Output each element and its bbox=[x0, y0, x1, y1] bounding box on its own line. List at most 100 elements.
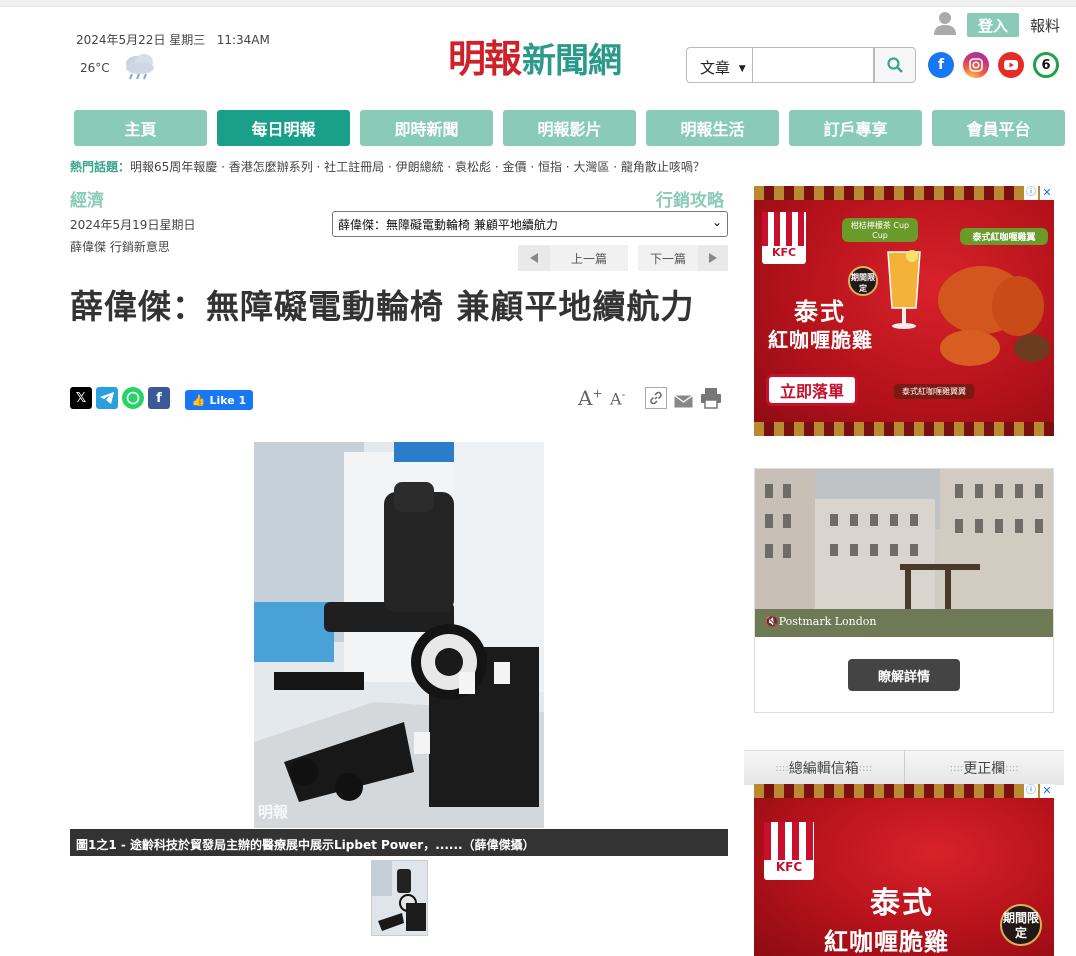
youtube-icon[interactable] bbox=[998, 52, 1024, 78]
ad-brand-label: Postmark London bbox=[778, 615, 877, 628]
search-icon bbox=[887, 57, 903, 73]
photo-caption: 圖1之1 - 途齡科技於貿發局主辦的醫療展中展示Lipbet Power，...… bbox=[70, 829, 728, 856]
fried-chicken-icon bbox=[938, 266, 1050, 366]
font-decrease-button[interactable]: A- bbox=[610, 388, 625, 408]
sidebar-links: :::: 總編輯信箱:::: :::: 更正欄:::: bbox=[744, 750, 1064, 785]
caret-down-icon: ▼ bbox=[738, 64, 746, 74]
next-arrow-icon[interactable] bbox=[698, 245, 728, 271]
search-button[interactable] bbox=[874, 47, 916, 83]
telegram-share-icon[interactable] bbox=[96, 387, 118, 409]
prev-article-link[interactable]: 上一篇 bbox=[550, 245, 628, 271]
kfc-logo-icon: KFC bbox=[762, 212, 806, 264]
whatsapp-share-icon[interactable] bbox=[122, 387, 144, 409]
tab-videos[interactable]: 明報影片 bbox=[503, 110, 636, 146]
login-button[interactable]: 登入 bbox=[967, 13, 1019, 37]
ad-line2: 紅咖喱脆雞 bbox=[824, 928, 949, 956]
kfc-logo-icon: KFC bbox=[764, 822, 814, 880]
order-now-button[interactable]: 立即落單 bbox=[766, 374, 858, 406]
article-byline: 薛偉傑 行銷新意思 bbox=[70, 240, 170, 254]
ad-border-pattern-bottom bbox=[754, 422, 1054, 436]
facebook-share-icon[interactable]: f bbox=[148, 387, 170, 409]
date-text: 2024年5月22日 星期三 bbox=[76, 33, 206, 47]
facebook-icon[interactable]: f bbox=[928, 52, 954, 78]
search-type-select[interactable]: 文章 ▼ bbox=[686, 47, 752, 83]
ad-combo-label: 泰式紅咖喱雞翼翼 bbox=[894, 384, 974, 399]
article-date: 2024年5月19日星期日 bbox=[70, 218, 196, 232]
adchoices-icon[interactable]: ⓘ bbox=[1024, 784, 1038, 798]
site-logo[interactable]: 明報 新聞網 bbox=[448, 28, 622, 83]
temperature: 26°C bbox=[80, 61, 110, 75]
corrections-link[interactable]: :::: 更正欄:::: bbox=[905, 751, 1065, 785]
facebook-like-button[interactable]: 👍 Like 1 bbox=[185, 390, 253, 410]
user-icon[interactable] bbox=[934, 11, 956, 35]
limited-badge: 期間限定 bbox=[1000, 904, 1042, 946]
corrections-label: 更正欄 bbox=[963, 761, 1006, 777]
article-select[interactable]: 薛偉傑：無障礙電動輪椅 兼顧平地續航力 ⌄ bbox=[332, 211, 728, 237]
kfc-ad-bottom[interactable]: ⓘ ✕ KFC 泰式 紅咖喱脆雞 期間限定 bbox=[754, 784, 1054, 956]
kfc-logo-text: KFC bbox=[775, 860, 803, 874]
top-strip bbox=[0, 0, 1076, 7]
font-down-label: A bbox=[610, 389, 622, 409]
prev-arrow-icon[interactable] bbox=[518, 245, 550, 271]
ad-border-pattern bbox=[754, 186, 1054, 200]
instagram-icon[interactable] bbox=[963, 52, 989, 78]
like-label: Like 1 bbox=[209, 393, 247, 407]
ad-border-pattern bbox=[754, 784, 1054, 798]
editor-mailbox-link[interactable]: :::: 總編輯信箱:::: bbox=[744, 751, 905, 785]
share-buttons: 𝕏 f bbox=[70, 387, 170, 409]
rain-cloud-icon bbox=[122, 50, 158, 82]
drink-glass-icon bbox=[887, 250, 921, 329]
ad-drink-label: 柑桔檸檬茶 Cup Cup bbox=[842, 218, 918, 242]
building-photo bbox=[755, 469, 1053, 637]
tab-member[interactable]: 會員平台 bbox=[932, 110, 1065, 146]
tab-instant-news[interactable]: 即時新聞 bbox=[360, 110, 493, 146]
tab-daily[interactable]: 每日明報 bbox=[217, 110, 350, 146]
search-input[interactable] bbox=[752, 47, 874, 83]
hot-topics: 熱門話題：明報65周年報慶 · 香港怎麼辦系列 · 社工註冊局 · 伊朗總統 ·… bbox=[70, 158, 705, 175]
article-select-value: 薛偉傑：無障礙電動輪椅 兼顧平地續航力 bbox=[338, 218, 558, 232]
tab-lifestyle[interactable]: 明報生活 bbox=[646, 110, 779, 146]
property-ad[interactable]: 🔇Postmark London 瞭解詳情 bbox=[754, 468, 1054, 713]
section-label[interactable]: 經濟 bbox=[70, 186, 104, 211]
main-nav: 主頁 每日明報 即時新聞 明報影片 明報生活 訂戶專享 會員平台 bbox=[74, 110, 1065, 146]
article-title: 薛偉傑：無障礙電動輪椅 兼顧平地續航力 bbox=[70, 287, 695, 326]
search-type-label: 文章 bbox=[700, 59, 731, 77]
learn-more-button[interactable]: 瞭解詳情 bbox=[848, 659, 960, 691]
ad-close-icon[interactable]: ✕ bbox=[1040, 784, 1054, 798]
next-article-link[interactable]: 下一篇 bbox=[638, 245, 698, 271]
six-channel-icon[interactable]: 6 bbox=[1033, 52, 1059, 78]
kfc-logo-text: KFC bbox=[771, 246, 797, 259]
link-icon[interactable] bbox=[645, 387, 667, 409]
tab-subscriber[interactable]: 訂戶專享 bbox=[789, 110, 922, 146]
editor-mailbox-label: 總編輯信箱 bbox=[788, 761, 859, 777]
column-label[interactable]: 行銷攻略 bbox=[656, 186, 724, 211]
print-icon[interactable] bbox=[700, 387, 722, 413]
report-link[interactable]: 報料 bbox=[1030, 15, 1060, 36]
adchoices-icon[interactable]: ⓘ bbox=[1024, 186, 1038, 200]
logo-sub-text: 新聞網 bbox=[522, 41, 622, 81]
current-date: 2024年5月22日 星期三 11:34AM bbox=[76, 31, 270, 48]
email-icon[interactable] bbox=[674, 393, 693, 412]
tab-home[interactable]: 主頁 bbox=[74, 110, 207, 146]
font-increase-button[interactable]: A+ bbox=[578, 386, 603, 410]
font-up-label: A bbox=[578, 386, 593, 410]
mute-icon[interactable]: 🔇 bbox=[765, 615, 779, 628]
limited-badge: 期間限定 bbox=[848, 266, 878, 296]
hot-topics-links[interactable]: 明報65周年報慶 · 香港怎麼辦系列 · 社工註冊局 · 伊朗總統 · 袁松彪 … bbox=[130, 160, 705, 174]
time-text: 11:34AM bbox=[216, 33, 270, 47]
hot-topics-label: 熱門話題： bbox=[70, 160, 131, 174]
ad-line1: 泰式 bbox=[870, 886, 934, 921]
photo-thumbnail[interactable] bbox=[371, 860, 428, 936]
photo-watermark: 明報 bbox=[258, 803, 289, 821]
ad-line1: 泰式 bbox=[794, 298, 846, 326]
chevron-down-icon: ⌄ bbox=[711, 215, 722, 229]
article-photo[interactable]: 明報 bbox=[254, 442, 544, 828]
logo-main-text: 明報 bbox=[448, 36, 522, 81]
kfc-ad-top[interactable]: ⓘ ✕ KFC 柑桔檸檬茶 Cup Cup 泰式紅咖喱雞翼 期間限定 泰式 紅咖… bbox=[754, 186, 1054, 436]
ad-brand-text: 🔇Postmark London bbox=[765, 615, 877, 628]
thumbs-up-icon: 👍 bbox=[191, 393, 206, 407]
social-links: f 6 bbox=[928, 52, 1059, 78]
ad-line2: 紅咖喱脆雞 bbox=[768, 328, 873, 352]
ad-close-icon[interactable]: ✕ bbox=[1040, 186, 1054, 200]
x-share-icon[interactable]: 𝕏 bbox=[70, 387, 92, 409]
